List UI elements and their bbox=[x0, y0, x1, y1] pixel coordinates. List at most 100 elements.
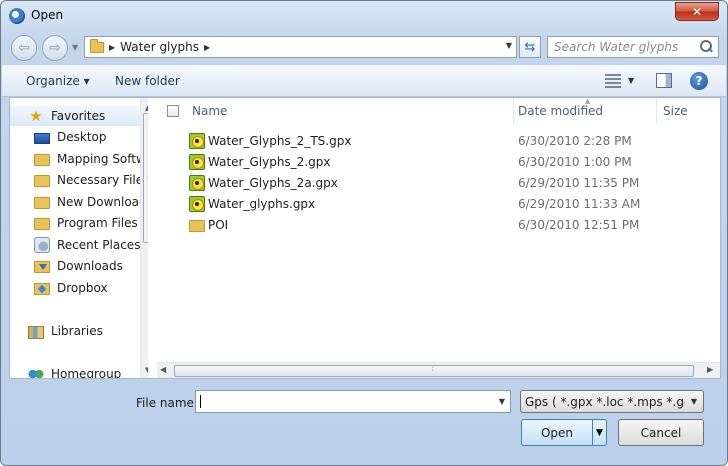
scroll-thumb[interactable]: ⦙ bbox=[174, 365, 694, 377]
open-options-dropdown-icon[interactable]: ▼ bbox=[592, 419, 607, 446]
breadcrumb-arrow-icon[interactable]: ▶ bbox=[204, 43, 210, 52]
file-type-dropdown-icon[interactable]: ▼ bbox=[685, 397, 703, 406]
folder-row[interactable]: POI 6/30/2010 12:51 PM bbox=[157, 215, 717, 236]
file-date: 6/29/2010 11:35 PM bbox=[518, 176, 640, 190]
nav-item-label: Libraries bbox=[51, 324, 103, 338]
change-view-icon[interactable] bbox=[605, 74, 621, 88]
browser-area: ★ Favorites Desktop Mapping Software Nece… bbox=[9, 97, 721, 379]
homegroup-icon bbox=[28, 366, 44, 378]
file-name: Water_Glyphs_2_TS.gpx bbox=[208, 134, 352, 148]
file-date: 6/30/2010 12:51 PM bbox=[518, 218, 640, 232]
close-button[interactable]: ✕ bbox=[675, 2, 719, 21]
open-button[interactable]: Open bbox=[521, 419, 593, 446]
file-name-dropdown-icon[interactable]: ▼ bbox=[499, 397, 505, 406]
nav-item-program-files[interactable]: Program Files bbox=[10, 213, 148, 233]
breadcrumb-current[interactable]: Water glyphs bbox=[120, 40, 199, 54]
nav-item-label: Downloads bbox=[57, 259, 123, 273]
file-row[interactable]: Water_Glyphs_2.gpx 6/30/2010 1:00 PM bbox=[157, 152, 717, 173]
file-name: Water_Glyphs_2a.gpx bbox=[208, 176, 338, 190]
organize-button[interactable]: Organize ▾ bbox=[26, 74, 90, 88]
nav-item-libraries[interactable]: Libraries bbox=[10, 321, 148, 341]
file-list: Name Date modified ▲ Size Water_Glyphs_2… bbox=[157, 97, 720, 378]
search-input[interactable]: Search Water glyphs bbox=[548, 40, 698, 54]
preview-pane-icon[interactable] bbox=[656, 73, 672, 88]
nav-item-label: Desktop bbox=[57, 130, 107, 144]
file-date: 6/30/2010 1:00 PM bbox=[518, 155, 632, 169]
file-row[interactable]: Water_Glyphs_2_TS.gpx 6/30/2010 2:28 PM bbox=[157, 131, 717, 152]
back-arrow-icon: ⇦ bbox=[18, 40, 30, 56]
search-icon[interactable] bbox=[698, 39, 714, 55]
refresh-button[interactable]: ⇆ bbox=[519, 36, 541, 58]
nav-item-label: Necessary Files bbox=[57, 173, 148, 187]
nav-item-label: Favorites bbox=[51, 109, 106, 123]
horizontal-scrollbar[interactable]: ◀ ⦙ ▶ bbox=[157, 362, 720, 378]
gpx-file-icon bbox=[189, 133, 205, 149]
nav-item-label: Homegroup bbox=[51, 367, 122, 378]
nav-item-downloads[interactable]: Downloads bbox=[10, 256, 148, 276]
nav-item-mapping-software[interactable]: Mapping Software bbox=[10, 149, 148, 169]
forward-button[interactable]: ⇨ bbox=[42, 35, 68, 61]
nav-item-desktop[interactable]: Desktop bbox=[10, 127, 148, 147]
file-date: 6/29/2010 11:33 AM bbox=[518, 197, 641, 211]
scroll-up-icon[interactable]: ▲ bbox=[145, 104, 148, 112]
file-row[interactable]: Water_Glyphs_2a.gpx 6/29/2010 11:35 PM bbox=[157, 173, 717, 194]
scroll-down-icon[interactable]: ▼ bbox=[145, 366, 148, 374]
file-type-select[interactable]: Gps ( *.gpx *.loc *.mps *.gdb *. ▼ bbox=[520, 390, 704, 413]
gpx-file-icon bbox=[189, 196, 205, 212]
nav-item-label: Dropbox bbox=[57, 281, 108, 295]
scroll-thumb[interactable]: ≡ bbox=[143, 113, 148, 243]
nav-item-necessary-files[interactable]: Necessary Files bbox=[10, 170, 148, 190]
grip-icon: ⦙ bbox=[432, 365, 434, 373]
grip-icon: ≡ bbox=[147, 174, 148, 182]
nav-item-label: Mapping Software bbox=[57, 152, 148, 166]
window-title: Open bbox=[31, 8, 64, 22]
column-header-name[interactable]: Name bbox=[157, 98, 514, 124]
open-dialog: Open ✕ ⇦ ⇨ ▼ ▶ Water glyphs ▶ ▼ ⇆ Search… bbox=[0, 0, 728, 466]
gpx-file-icon bbox=[189, 154, 205, 170]
file-date: 6/30/2010 2:28 PM bbox=[518, 134, 632, 148]
new-folder-button[interactable]: New folder bbox=[115, 74, 180, 88]
back-button[interactable]: ⇦ bbox=[11, 35, 37, 61]
folder-icon bbox=[34, 218, 50, 230]
folder-icon bbox=[90, 38, 104, 53]
scroll-left-icon[interactable]: ◀ bbox=[160, 365, 166, 374]
app-icon bbox=[9, 8, 25, 24]
text-caret bbox=[200, 395, 201, 408]
view-options-dropdown-icon[interactable]: ▼ bbox=[628, 76, 634, 85]
recent-places-icon bbox=[34, 237, 50, 253]
dropbox-icon bbox=[34, 283, 50, 295]
libraries-icon bbox=[28, 325, 44, 339]
address-bar[interactable]: ▶ Water glyphs ▶ ▼ bbox=[84, 36, 517, 58]
downloads-icon bbox=[34, 261, 50, 273]
file-name-label: File name: bbox=[136, 396, 198, 410]
nav-item-recent-places[interactable]: Recent Places bbox=[10, 235, 148, 255]
navigation-pane: ★ Favorites Desktop Mapping Software Nece… bbox=[10, 98, 148, 378]
sort-indicator-icon: ▲ bbox=[585, 97, 591, 105]
title-bar: Open ✕ bbox=[1, 1, 727, 31]
nav-item-label: Recent Places bbox=[57, 238, 141, 252]
navigation-scrollbar[interactable]: ▲ ≡ ▼ bbox=[140, 98, 148, 378]
command-bar: Organize ▾ New folder ▼ ? bbox=[2, 65, 726, 97]
search-box[interactable]: Search Water glyphs bbox=[547, 36, 719, 58]
cancel-button[interactable]: Cancel bbox=[618, 419, 704, 446]
scroll-right-icon[interactable]: ▶ bbox=[707, 365, 713, 374]
file-type-value: Gps ( *.gpx *.loc *.mps *.gdb *. bbox=[525, 394, 685, 409]
file-name-input[interactable]: ▼ bbox=[195, 390, 511, 413]
navigation-bar: ⇦ ⇨ ▼ ▶ Water glyphs ▶ ▼ ⇆ Search Water … bbox=[1, 31, 727, 65]
address-dropdown-icon[interactable]: ▼ bbox=[506, 41, 512, 50]
nav-item-new-downloads[interactable]: New Downloads bbox=[10, 192, 148, 212]
file-row[interactable]: Water_glyphs.gpx 6/29/2010 11:33 AM bbox=[157, 194, 717, 215]
nav-item-label: Program Files bbox=[57, 216, 138, 230]
nav-item-dropbox[interactable]: Dropbox bbox=[10, 278, 148, 298]
desktop-icon bbox=[34, 132, 50, 144]
recent-locations-dropdown[interactable]: ▼ bbox=[72, 43, 78, 52]
star-icon: ★ bbox=[29, 107, 43, 125]
gpx-file-icon bbox=[189, 175, 205, 191]
nav-item-homegroup[interactable]: Homegroup bbox=[10, 364, 148, 378]
nav-item-favorites[interactable]: ★ Favorites bbox=[10, 106, 148, 126]
folder-icon bbox=[34, 154, 50, 166]
column-header-size[interactable]: Size bbox=[657, 98, 707, 124]
breadcrumb-arrow-icon[interactable]: ▶ bbox=[109, 43, 115, 52]
folder-icon bbox=[34, 175, 50, 187]
help-icon[interactable]: ? bbox=[690, 72, 708, 90]
